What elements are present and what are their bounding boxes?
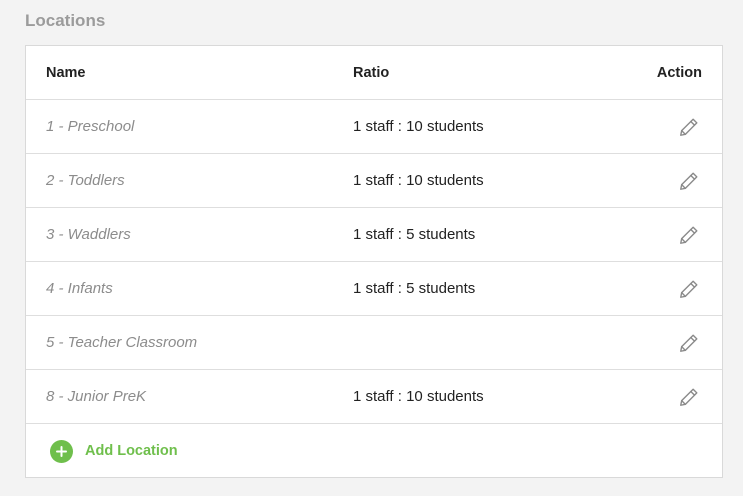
table-row: 1 - Preschool 1 staff : 10 students xyxy=(26,100,722,154)
location-ratio: 1 staff : 10 students xyxy=(353,388,484,405)
location-name: 3 - Waddlers xyxy=(46,226,131,243)
table-row: 2 - Toddlers 1 staff : 10 students xyxy=(26,154,722,208)
edit-button[interactable] xyxy=(676,114,702,140)
location-ratio: 1 staff : 10 students xyxy=(353,118,484,135)
location-ratio: 1 staff : 5 students xyxy=(353,226,476,243)
table-row: 5 - Teacher Classroom xyxy=(26,316,722,370)
pencil-icon xyxy=(680,388,698,406)
edit-button[interactable] xyxy=(676,222,702,248)
section-title: Locations xyxy=(25,11,106,30)
location-name: 5 - Teacher Classroom xyxy=(46,334,198,351)
edit-button[interactable] xyxy=(676,276,702,302)
header-ratio: Ratio xyxy=(353,64,390,81)
pencil-icon xyxy=(680,172,698,190)
location-name: 1 - Preschool xyxy=(46,118,135,135)
location-name: 4 - Infants xyxy=(46,280,113,297)
pencil-icon xyxy=(680,118,698,136)
location-ratio: 1 staff : 10 students xyxy=(353,172,484,189)
edit-button[interactable] xyxy=(676,384,702,410)
location-ratio: 1 staff : 5 students xyxy=(353,280,476,297)
header-action: Action xyxy=(656,64,702,81)
add-location-button[interactable]: Add Location xyxy=(50,437,178,465)
add-location-label: Add Location xyxy=(85,443,178,459)
pencil-icon xyxy=(680,226,698,244)
table-header: Name Ratio Action xyxy=(26,46,722,100)
header-name: Name xyxy=(46,64,86,81)
location-name: 2 - Toddlers xyxy=(46,172,125,189)
plus-circle-icon xyxy=(50,439,73,463)
pencil-icon xyxy=(680,280,698,298)
table-row: 8 - Junior PreK 1 staff : 10 students xyxy=(26,370,722,424)
edit-button[interactable] xyxy=(676,330,702,356)
pencil-icon xyxy=(680,334,698,352)
edit-button[interactable] xyxy=(676,168,702,194)
locations-table: Name Ratio Action 1 - Preschool 1 staff … xyxy=(25,45,723,478)
location-name: 8 - Junior PreK xyxy=(46,388,147,405)
table-row: 4 - Infants 1 staff : 5 students xyxy=(26,262,722,316)
table-row: 3 - Waddlers 1 staff : 5 students xyxy=(26,208,722,262)
